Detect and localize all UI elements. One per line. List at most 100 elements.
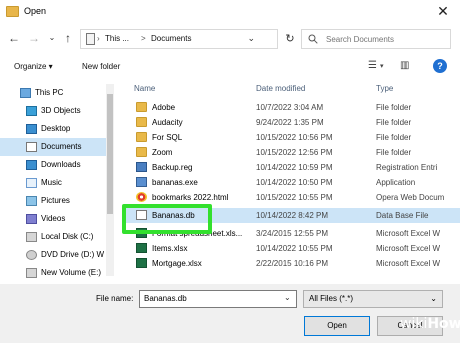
nav-item-desktop[interactable]: Desktop [0, 120, 110, 138]
nav-item-label: Videos [41, 214, 66, 223]
document-folder-icon [26, 142, 37, 152]
recent-locations-chevron-icon[interactable]: ⌄ [44, 30, 60, 46]
search-icon [308, 34, 318, 44]
file-type: File folder [376, 103, 412, 112]
folder-icon [136, 132, 147, 142]
breadcrumb-this-pc[interactable]: This ... [105, 34, 129, 43]
back-arrow-icon[interactable]: ← [6, 30, 22, 46]
nav-item-3d-objects[interactable]: 3D Objects [0, 102, 110, 120]
file-date: 10/15/2022 10:56 PM [256, 133, 333, 142]
file-name: Audacity [152, 118, 183, 127]
search-box[interactable] [301, 29, 451, 49]
file-type: File folder [376, 148, 412, 157]
view-dropdown-chevron-icon[interactable]: ▾ [380, 62, 384, 70]
pictures-icon [26, 196, 37, 206]
file-date: 10/15/2022 12:56 PM [256, 148, 333, 157]
filter-value: All Files (*.*) [309, 294, 354, 303]
cube-icon [26, 106, 37, 116]
preview-pane-icon[interactable]: ▥ [400, 60, 409, 71]
file-row-backup-reg[interactable]: Backup.reg 10/14/2022 10:59 PM Registrat… [122, 160, 460, 175]
file-name-dropdown-chevron-icon[interactable]: ⌄ [284, 293, 291, 302]
file-date: 10/14/2022 8:42 PM [256, 211, 329, 220]
nav-item-label: 3D Objects [41, 106, 81, 115]
excel-icon [136, 243, 147, 253]
nav-item-dvd-drive[interactable]: DVD Drive (D:) W [0, 246, 110, 264]
file-type: Registration Entri [376, 163, 438, 172]
folder-icon [136, 147, 147, 157]
file-name: Backup.reg [152, 163, 193, 172]
nav-item-label: This PC [35, 88, 64, 97]
title-bar: Open ✕ [0, 0, 460, 24]
file-row-audacity[interactable]: Audacity 9/24/2022 1:35 PM File folder [122, 115, 460, 130]
dialog-footer: File name: Bananas.db ⌄ All Files (*.*) … [0, 284, 460, 343]
navigation-pane: This PC 3D Objects Desktop Documents Dow… [0, 80, 120, 282]
file-row-bananas-exe[interactable]: bananas.exe 10/14/2022 10:50 PM Applicat… [122, 175, 460, 190]
column-header-type[interactable]: Type [376, 80, 393, 98]
navigation-scrollbar[interactable] [106, 84, 114, 276]
filter-dropdown-chevron-icon: ⌄ [430, 294, 437, 303]
file-name: Adobe [152, 103, 176, 112]
navigation-bar: ← → ⌄ ↑ › This ... > Documents ⌄ ↻ [0, 26, 460, 52]
file-row-adobe[interactable]: Adobe 10/7/2022 3:04 AM File folder [122, 100, 460, 115]
new-folder-button[interactable]: New folder [82, 62, 120, 71]
music-icon [26, 178, 37, 188]
drive-icon [26, 268, 37, 278]
breadcrumb-documents[interactable]: Documents [151, 34, 191, 43]
file-type: Microsoft Excel W [376, 259, 441, 268]
file-name: Mortgage.xlsx [152, 259, 202, 268]
nav-item-pictures[interactable]: Pictures [0, 192, 110, 210]
help-icon[interactable]: ? [433, 59, 447, 73]
exe-icon [136, 177, 147, 187]
highlight-annotation [122, 204, 212, 234]
nav-item-documents[interactable]: Documents [0, 138, 110, 156]
file-row-items-xlsx[interactable]: Items.xlsx 10/14/2022 10:55 PM Microsoft… [122, 241, 460, 256]
html-icon [136, 192, 147, 202]
file-type: File folder [376, 133, 412, 142]
file-date: 10/7/2022 3:04 AM [256, 103, 324, 112]
file-type-filter[interactable]: All Files (*.*) ⌄ [303, 290, 443, 308]
nav-item-videos[interactable]: Videos [0, 210, 110, 228]
file-name: For SQL [152, 133, 183, 142]
nav-item-label: Pictures [41, 196, 70, 205]
address-dropdown-chevron-icon[interactable]: ⌄ [247, 33, 255, 44]
file-type: File folder [376, 118, 412, 127]
open-button[interactable]: Open [304, 316, 370, 336]
breadcrumb-separator: > [141, 34, 146, 43]
file-row-for-sql[interactable]: For SQL 10/15/2022 10:56 PM File folder [122, 130, 460, 145]
refresh-icon[interactable]: ↻ [280, 29, 300, 49]
organize-button[interactable]: Organize ▾ [14, 62, 53, 71]
file-name-label: File name: [96, 294, 134, 303]
column-header-name[interactable]: Name [134, 80, 155, 98]
file-row-mortgage-xlsx[interactable]: Mortgage.xlsx 2/22/2015 10:16 PM Microso… [122, 256, 460, 271]
nav-item-label: Desktop [41, 124, 71, 133]
search-input[interactable] [326, 33, 446, 46]
file-date: 9/24/2022 1:35 PM [256, 118, 324, 127]
nav-item-this-pc[interactable]: This PC [0, 84, 110, 102]
file-date: 3/24/2015 12:55 PM [256, 229, 329, 238]
nav-item-new-volume[interactable]: New Volume (E:) [0, 264, 110, 282]
nav-item-local-disk[interactable]: Local Disk (C:) [0, 228, 110, 246]
file-list: Name Date modified Type Adobe 10/7/2022 … [122, 80, 460, 282]
column-header-date-modified[interactable]: Date modified [256, 80, 305, 98]
registry-icon [136, 162, 147, 172]
view-options-icon[interactable]: ☰ [368, 60, 377, 71]
download-icon [26, 160, 37, 170]
nav-item-label: New Volume (E:) [41, 268, 102, 277]
nav-item-label: Music [41, 178, 62, 187]
file-name-input[interactable]: Bananas.db [139, 290, 297, 308]
file-name: Zoom [152, 148, 173, 157]
address-bar[interactable]: › This ... > Documents ⌄ [80, 29, 278, 49]
file-name: bookmarks 2022.html [152, 193, 229, 202]
file-name: Items.xlsx [152, 244, 188, 253]
file-type: Application [376, 178, 416, 187]
file-date: 10/14/2022 10:50 PM [256, 178, 333, 187]
nav-item-music[interactable]: Music [0, 174, 110, 192]
close-button[interactable]: ✕ [434, 2, 452, 20]
scrollbar-thumb[interactable] [107, 94, 113, 214]
file-row-zoom[interactable]: Zoom 10/15/2022 12:56 PM File folder [122, 145, 460, 160]
forward-arrow-icon[interactable]: → [26, 30, 42, 46]
up-arrow-icon[interactable]: ↑ [60, 30, 76, 46]
file-row-bookmarks-html[interactable]: bookmarks 2022.html 10/15/2022 10:55 PM … [122, 190, 460, 205]
nav-item-downloads[interactable]: Downloads [0, 156, 110, 174]
videos-icon [26, 214, 37, 224]
